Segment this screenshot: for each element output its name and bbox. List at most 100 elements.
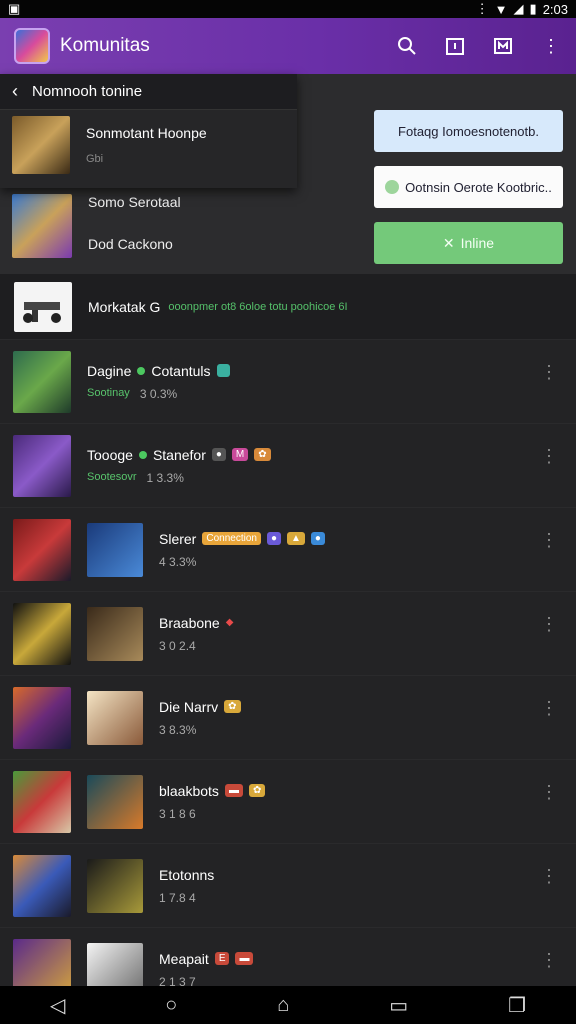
game-logo bbox=[87, 690, 143, 745]
search-icon[interactable] bbox=[396, 35, 418, 57]
alert-dot: ◆ bbox=[225, 617, 234, 628]
badge: M bbox=[231, 448, 249, 461]
game-thumbnail bbox=[12, 194, 72, 258]
badge: ✿ bbox=[254, 448, 271, 461]
badge: ● bbox=[211, 448, 226, 461]
featured-row[interactable]: Morkatak G ooonpmer ot8 6oloe totu poohi… bbox=[0, 274, 576, 340]
system-nav-bar: ◁ ○ ⌂ ▭ ❐ bbox=[0, 986, 576, 1024]
signal-icon: ◢ bbox=[513, 1, 524, 16]
online-dot bbox=[137, 366, 146, 375]
game-thumbnail bbox=[13, 434, 71, 497]
more-vert-icon[interactable]: ⋮ bbox=[540, 35, 562, 57]
more-vert-icon[interactable]: ⋮ bbox=[540, 447, 558, 465]
tag-icon[interactable] bbox=[492, 35, 514, 57]
page-title: Komunitas bbox=[60, 35, 150, 56]
community-list: Dagine Cotantuls Sootinay 3 0.3% ⋮ Tooog… bbox=[0, 340, 576, 986]
more-vert-icon[interactable]: ⋮ bbox=[540, 951, 558, 969]
item-title: Die Narrv bbox=[159, 698, 219, 715]
game-thumbnail bbox=[13, 938, 71, 986]
home-icon[interactable]: ○ bbox=[165, 994, 177, 1017]
badge: ▲ bbox=[287, 532, 305, 545]
button-label: Inline bbox=[460, 235, 495, 251]
item-stat: 3 0.3% bbox=[139, 386, 178, 401]
dropdown-panel: ‹ Nomnooh tonine Sonmotant Hoonpe Gbi bbox=[0, 74, 297, 188]
item-title: Dagine bbox=[87, 362, 132, 379]
dropdown-header[interactable]: ‹ Nomnooh tonine bbox=[0, 74, 297, 110]
featured-title: Morkatak G bbox=[88, 298, 161, 315]
item-stat: 1 7.8 4 bbox=[159, 890, 196, 905]
game-thumbnail bbox=[13, 854, 71, 917]
game-logo bbox=[87, 774, 143, 829]
more-vert-icon[interactable]: ⋮ bbox=[540, 363, 558, 381]
item-status: Sootinay bbox=[87, 386, 130, 399]
item-title: Toooge bbox=[87, 446, 133, 463]
option-button[interactable]: Ootnsin Oerote Kootbric.. bbox=[374, 166, 563, 208]
badge: ▬ bbox=[224, 784, 243, 797]
item-title: Slerer bbox=[159, 530, 197, 547]
follow-button[interactable]: Fotaqg Iomoesnotenotb. bbox=[374, 110, 563, 152]
overview-icon[interactable]: ❐ bbox=[508, 993, 526, 1018]
item-stat: 3 0 2.4 bbox=[159, 638, 196, 653]
online-dot bbox=[138, 450, 147, 459]
item-title: Meapait bbox=[159, 950, 209, 967]
item-title: Etotonns bbox=[159, 866, 215, 883]
battery-icon: ▮ bbox=[529, 1, 537, 16]
wifi-icon: ▼ bbox=[494, 1, 508, 17]
game-thumbnail bbox=[12, 116, 70, 174]
list-item[interactable]: Dagine Cotantuls Sootinay 3 0.3% ⋮ bbox=[0, 340, 576, 424]
back-icon[interactable]: ◁ bbox=[50, 993, 65, 1018]
item-stat: 3 8.3% bbox=[159, 722, 197, 737]
inline-button[interactable]: ✕ Inline bbox=[374, 222, 563, 264]
list-item[interactable]: blaakbots ▬ ✿ 3 1 8 6 ⋮ bbox=[0, 760, 576, 844]
list-item[interactable]: Braabone ◆ 3 0 2.4 ⋮ bbox=[0, 592, 576, 676]
game-logo bbox=[87, 858, 143, 913]
calendar-icon[interactable] bbox=[444, 35, 466, 57]
list-item[interactable]: Die Narrv ✿ 3 8.3% ⋮ bbox=[0, 676, 576, 760]
badge: ▬ bbox=[235, 952, 254, 965]
badge bbox=[216, 364, 231, 377]
game-logo bbox=[87, 522, 143, 577]
badge: E bbox=[214, 952, 230, 965]
item-status: Sootesovr bbox=[87, 470, 137, 483]
game-thumbnail bbox=[13, 602, 71, 665]
game-thumbnail bbox=[13, 518, 71, 581]
dropdown-item-title: Sonmotant Hoonpe bbox=[86, 125, 207, 141]
game-logo bbox=[87, 606, 143, 661]
dropdown-item[interactable]: Sonmotant Hoonpe Gbi bbox=[0, 110, 297, 180]
dropdown-title: Nomnooh tonine bbox=[32, 83, 143, 100]
item-stat: 2 1 3 7 bbox=[159, 974, 196, 987]
item-title: Braabone bbox=[159, 614, 220, 631]
more-vert-icon[interactable]: ⋮ bbox=[540, 531, 558, 549]
list-item[interactable]: Toooge Stanefor ● M ✿ Sootesovr 1 3.3% ⋮ bbox=[0, 424, 576, 508]
badge: ● bbox=[266, 532, 281, 545]
more-vert-icon[interactable]: ⋮ bbox=[540, 615, 558, 633]
badge: ✿ bbox=[224, 700, 241, 713]
more-vert-icon[interactable]: ⋮ bbox=[540, 699, 558, 717]
list-item[interactable]: Meapait E ▬ 2 1 3 7 ⋮ bbox=[0, 928, 576, 986]
check-circle-icon bbox=[385, 180, 400, 194]
item-subtitle: Dod Cackono bbox=[88, 236, 173, 252]
badge: ✿ bbox=[248, 784, 266, 797]
game-thumbnail bbox=[13, 770, 71, 833]
app-logo bbox=[14, 28, 50, 64]
badge: Connection bbox=[202, 532, 261, 545]
game-logo bbox=[87, 942, 143, 986]
status-bar: ▣ ⋮ ▼ ◢ ▮ 2:03 bbox=[0, 0, 576, 18]
weapon-thumbnail bbox=[14, 281, 72, 332]
button-label: Ootnsin Oerote Kootbric.. bbox=[405, 179, 552, 195]
recents-icon[interactable]: ▭ bbox=[389, 993, 408, 1018]
clock-time: 2:03 bbox=[542, 1, 568, 17]
item-title: blaakbots bbox=[159, 782, 219, 799]
item-title-2: Cotantuls bbox=[151, 362, 211, 379]
list-item[interactable]: Slerer Connection ● ▲ ● 4 3.3% ⋮ bbox=[0, 508, 576, 592]
check-icon: ✕ bbox=[442, 234, 455, 251]
home-house-icon[interactable]: ⌂ bbox=[277, 994, 289, 1017]
more-vert-icon[interactable]: ⋮ bbox=[540, 867, 558, 885]
game-thumbnail bbox=[13, 350, 71, 413]
list-item[interactable]: Etotonns 1 7.8 4 ⋮ bbox=[0, 844, 576, 928]
list-item[interactable]: Somo Serotaal Dod Cackono bbox=[12, 194, 181, 258]
more-vert-icon[interactable]: ⋮ bbox=[540, 783, 558, 801]
back-arrow-icon[interactable]: ‹ bbox=[12, 81, 18, 102]
featured-note: ooonpmer ot8 6oloe totu poohicoe 6I bbox=[168, 300, 348, 313]
app-bar: Komunitas ⋮ bbox=[0, 18, 576, 74]
